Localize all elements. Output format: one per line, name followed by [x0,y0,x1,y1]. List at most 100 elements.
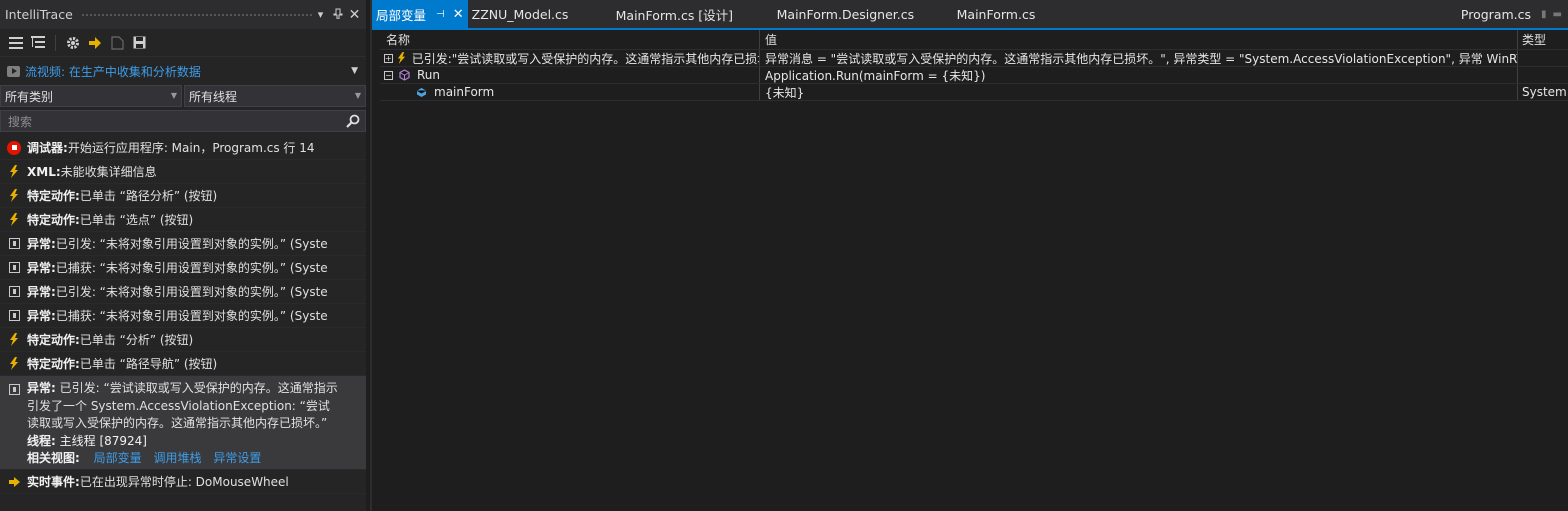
table-row[interactable]: + 已引发:"尝试读取或写入受保护的内存。这通常指示其他内存已损坏 异常消息 =… [380,50,1568,67]
event-list: 调试器: 开始运行应用程序: Main，Program.cs 行 14 XML:… [0,136,366,494]
lightning-icon [7,189,21,203]
event-text: 开始运行应用程序: Main，Program.cs 行 14 [67,141,315,155]
event-text: 已单击 “选点” (按钮) [79,213,194,227]
arrow-right-icon[interactable] [87,35,103,51]
row-name: mainForm [434,85,495,99]
close-icon[interactable]: ▬ [1553,9,1562,20]
event-row[interactable]: XML: 未能收集详细信息 [0,160,366,184]
selected-event[interactable]: 异常: 已引发: “尝试读取或写入受保护的内存。这通常指示引发了一个 Syste… [0,376,366,470]
collapse-icon[interactable]: − [384,70,393,80]
intellitrace-toolbar [0,29,366,56]
tab-label: Program.cs [1460,6,1532,22]
pin-icon[interactable] [329,8,346,22]
exception-icon [7,382,21,396]
event-text: 已单击 “路径导航” (按钮) [79,357,218,371]
exception-icon [7,261,21,275]
list-view-icon[interactable] [8,35,24,51]
related-link-callstack[interactable]: 调用堆栈 [153,451,201,465]
tab-locals[interactable]: 局部变量 ⊣ ✕ [372,0,468,28]
exception-icon [7,309,21,323]
event-label: 异常: [27,381,56,395]
column-header-type[interactable]: 类型 [1518,30,1568,49]
settings-gear-icon[interactable] [65,35,81,51]
thread-filter-select[interactable]: 所有线程 ▼ [184,85,366,107]
event-label: XML: [27,164,61,179]
tab-zznu-model[interactable]: ZZNU_Model.cs [468,0,610,28]
event-label: 异常: [27,261,56,275]
thread-label: 线程: [27,433,56,448]
search-icon[interactable] [346,114,360,131]
event-label: 调试器: [27,141,68,155]
document-area: 局部变量 ⊣ ✕ ZZNU_Model.cs MainForm.cs [设计] … [372,0,1568,511]
lightning-icon [7,333,21,347]
table-row[interactable]: − Run Application.Run(mainForm = {未知}) [380,67,1568,84]
related-views-label: 相关视图: [27,451,80,465]
panel-title: IntelliTrace [5,7,73,22]
tab-label: 局部变量 [376,7,427,23]
selected-event-text: 异常: 已引发: “尝试读取或写入受保护的内存。这通常指示引发了一个 Syste… [27,380,339,433]
tab-mainform-designer[interactable]: MainForm.Designer.cs [771,0,951,28]
live-event-row[interactable]: 实时事件: 已在出现异常时停止: DoMouseWheel [0,470,366,494]
expand-icon[interactable]: + [384,53,393,63]
row-name: Run [417,68,441,82]
event-row[interactable]: 特定动作: 已单击 “选点” (按钮) [0,208,366,232]
event-row[interactable]: 异常: 已捕获: “未将对象引用设置到对象的实例。” (Syste [0,304,366,328]
video-play-icon [7,65,20,77]
search-input[interactable]: 搜索 [0,110,366,132]
tree-view-icon[interactable] [30,35,46,51]
event-text: 已引发: “未将对象引用设置到对象的实例。” (Syste [55,237,328,251]
lightning-icon [7,213,21,227]
window-position-dropdown-icon[interactable]: ▾ [312,8,329,21]
exception-icon [7,285,21,299]
row-value: Application.Run(mainForm = {未知}) [765,68,986,83]
event-label: 特定动作: [27,357,80,371]
stop-icon [7,140,21,155]
filter-bar: 所有类别 ▼ 所有线程 ▼ [0,85,366,107]
event-row[interactable]: 异常: 已引发: “未将对象引用设置到对象的实例。” (Syste [0,280,366,304]
category-filter-select[interactable]: 所有类别 ▼ [0,85,182,107]
event-text: 已单击 “分析” (按钮) [79,333,194,347]
tab-mainform-design[interactable]: MainForm.cs [设计] [610,0,771,28]
save-icon[interactable] [131,35,147,51]
tab-mainform[interactable]: MainForm.cs [951,0,1042,28]
locals-grid: 名称 值 类型 + 已引发:"尝试读取或写入受保护的内存。这通常指示其他内存已损… [380,30,1568,101]
column-header-name[interactable]: 名称 [380,30,760,49]
event-label: 特定动作: [27,333,80,347]
event-label: 异常: [27,237,56,251]
related-link-exception-settings[interactable]: 异常设置 [213,451,261,465]
pin-icon[interactable]: ⊣ [436,9,445,20]
intellitrace-panel: IntelliTrace ▾ ✕ 流视频: 在生产中收集和分析数据 ▼ 所有类别… [0,0,366,511]
panel-title-bar: IntelliTrace ▾ ✕ [0,0,366,29]
lightning-icon [397,51,406,65]
event-label: 实时事件: [27,475,80,489]
event-row[interactable]: 异常: 已引发: “未将对象引用设置到对象的实例。” (Syste [0,232,366,256]
tab-program[interactable]: Program.cs ▮ ▬ [1455,0,1568,28]
event-label: 异常: [27,285,56,299]
table-row[interactable]: mainForm {未知} System.Windows.Forms.Form [380,84,1568,101]
arrow-right-icon [7,475,21,489]
column-header-value[interactable]: 值 [760,30,1518,49]
related-link-locals[interactable]: 局部变量 [94,451,142,465]
chevron-down-icon[interactable]: ▼ [351,66,358,76]
category-filter-value: 所有类别 [5,89,54,104]
open-file-icon[interactable] [109,35,125,51]
event-text: 已在出现异常时停止: DoMouseWheel [79,475,289,489]
event-row[interactable]: 特定动作: 已单击 “分析” (按钮) [0,328,366,352]
document-tabs: 局部变量 ⊣ ✕ ZZNU_Model.cs MainForm.cs [设计] … [372,0,1568,30]
toolbar-separator [55,34,56,51]
event-label: 特定动作: [27,189,80,203]
drag-grip[interactable] [80,13,312,18]
event-row[interactable]: 调试器: 开始运行应用程序: Main，Program.cs 行 14 [0,136,366,160]
event-row[interactable]: 异常: 已捕获: “未将对象引用设置到对象的实例。” (Syste [0,256,366,280]
close-icon[interactable]: ✕ [346,7,363,23]
field-icon [414,85,428,99]
stream-video-link[interactable]: 流视频: 在生产中收集和分析数据 [25,63,351,80]
event-row[interactable]: 特定动作: 已单击 “路径导航” (按钮) [0,352,366,376]
event-row[interactable]: 特定动作: 已单击 “路径分析” (按钮) [0,184,366,208]
tab-label: MainForm.cs [设计] [615,7,734,23]
thread-value: 主线程 [87924] [55,433,147,448]
event-text: 已引发: “尝试读取或写入受保护的内存。这通常指示引发了一个 System.Ac… [27,381,338,430]
grid-header: 名称 值 类型 [380,30,1568,50]
pin-icon[interactable]: ▮ [1541,9,1547,20]
close-icon[interactable]: ✕ [453,7,464,22]
